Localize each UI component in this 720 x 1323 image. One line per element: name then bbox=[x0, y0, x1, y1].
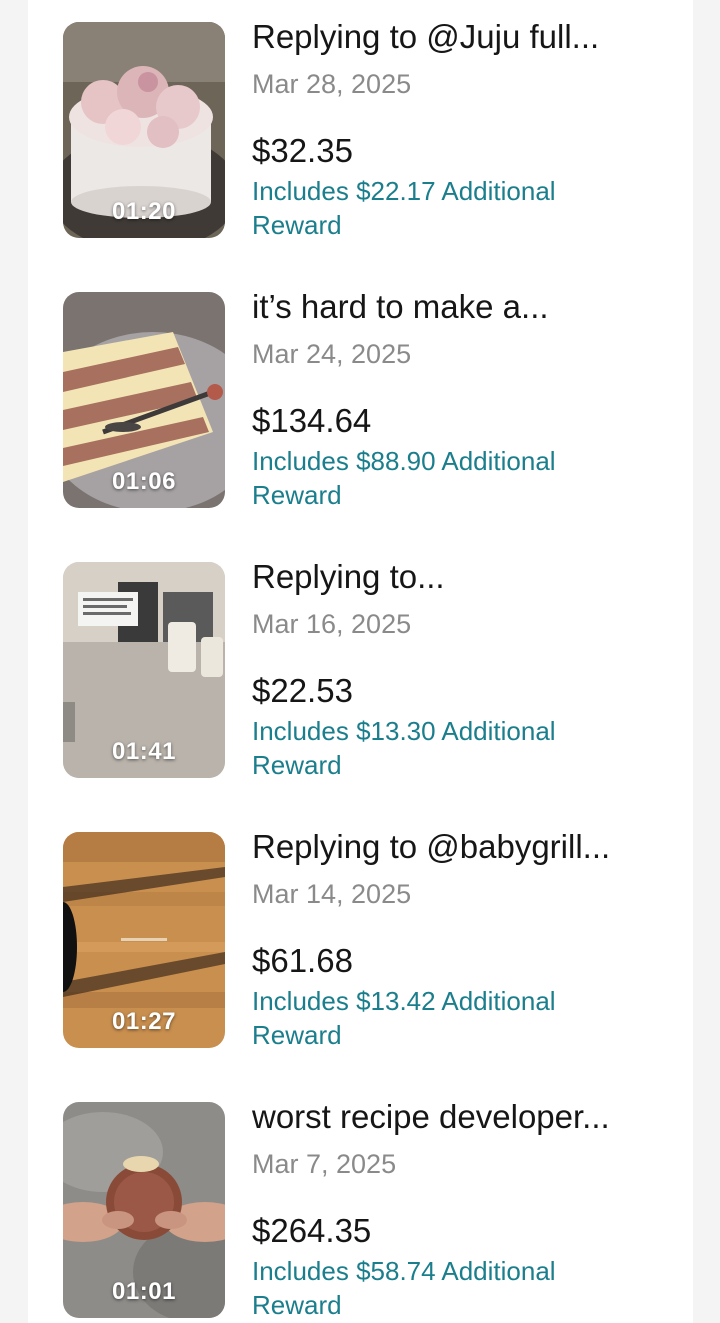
video-thumbnail[interactable]: 01:20 bbox=[63, 22, 225, 238]
video-date: Mar 24, 2025 bbox=[252, 339, 412, 369]
video-row[interactable]: 01:41 Replying to... Mar 16, 2025 $22.53… bbox=[28, 540, 693, 780]
video-earnings: $264.35 bbox=[252, 1212, 372, 1249]
video-duration: 01:20 bbox=[112, 198, 176, 225]
video-earnings: $32.35 bbox=[252, 132, 353, 169]
video-thumbnail[interactable]: 01:27 bbox=[63, 832, 225, 1048]
video-title[interactable]: Replying to @babygrill... bbox=[252, 828, 682, 866]
video-row[interactable]: 01:01 worst recipe developer... Mar 7, 2… bbox=[28, 1080, 693, 1320]
video-duration: 01:41 bbox=[112, 738, 176, 765]
video-title[interactable]: it’s hard to make a... bbox=[252, 288, 682, 326]
video-row[interactable]: 01:27 Replying to @babygrill... Mar 14, … bbox=[28, 810, 693, 1050]
additional-reward: Includes $13.42 Additional Reward bbox=[252, 986, 556, 1050]
video-date: Mar 14, 2025 bbox=[252, 879, 412, 909]
video-date: Mar 7, 2025 bbox=[252, 1149, 397, 1179]
video-earnings: $22.53 bbox=[252, 672, 353, 709]
additional-reward: Includes $22.17 Additional Reward bbox=[252, 176, 556, 240]
additional-reward: Includes $88.90 Additional Reward bbox=[252, 446, 556, 510]
video-row[interactable]: 01:20 Replying to @Juju full... Mar 28, … bbox=[28, 0, 693, 240]
video-thumbnail[interactable]: 01:01 bbox=[63, 1102, 225, 1318]
video-duration: 01:01 bbox=[112, 1278, 176, 1305]
video-title[interactable]: worst recipe developer... bbox=[252, 1098, 682, 1136]
video-date: Mar 28, 2025 bbox=[252, 69, 412, 99]
video-thumbnail[interactable]: 01:41 bbox=[63, 562, 225, 778]
video-thumbnail[interactable]: 01:06 bbox=[63, 292, 225, 508]
video-duration: 01:27 bbox=[112, 1008, 176, 1035]
video-earnings: $134.64 bbox=[252, 402, 372, 439]
video-earnings-list: 01:20 Replying to @Juju full... Mar 28, … bbox=[28, 0, 693, 1323]
video-date: Mar 16, 2025 bbox=[252, 609, 412, 639]
video-row[interactable]: 01:06 it’s hard to make a... Mar 24, 202… bbox=[28, 270, 693, 510]
video-title[interactable]: Replying to... bbox=[252, 558, 682, 596]
additional-reward: Includes $13.30 Additional Reward bbox=[252, 716, 556, 780]
video-title[interactable]: Replying to @Juju full... bbox=[252, 18, 682, 56]
additional-reward: Includes $58.74 Additional Reward bbox=[252, 1256, 556, 1320]
video-earnings: $61.68 bbox=[252, 942, 353, 979]
video-duration: 01:06 bbox=[112, 468, 176, 495]
